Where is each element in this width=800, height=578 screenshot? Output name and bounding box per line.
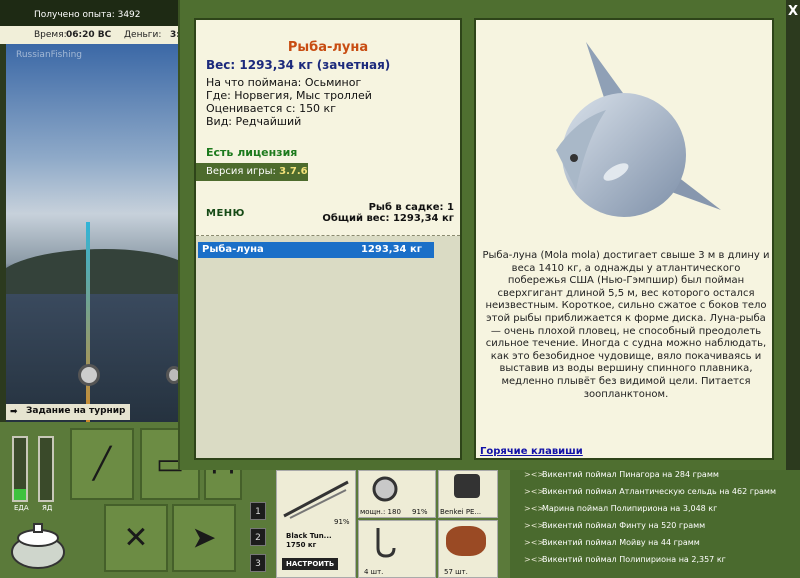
catch-details-panel: Рыба-луна Вес: 1293,34 кг (зачетная) На … bbox=[194, 18, 462, 460]
slot-3-button[interactable]: 3 bbox=[250, 554, 266, 572]
menu-button[interactable]: МЕНЮ bbox=[206, 208, 245, 219]
cutlery-icon: ✕ bbox=[123, 520, 149, 556]
fish-icon: ><> bbox=[524, 555, 545, 564]
list-item[interactable]: Рыба-луна 1293,34 кг bbox=[198, 242, 434, 258]
bait-icon bbox=[446, 526, 486, 556]
food-level bbox=[14, 488, 26, 500]
game-version: Версия игры: 3.7.6 bbox=[196, 163, 308, 181]
food-label: ЕДА bbox=[14, 504, 29, 512]
fish-description: Рыба-луна (Mola mola) достигает свыше 3 … bbox=[482, 250, 770, 400]
fish-tab[interactable]: ➤ bbox=[172, 504, 236, 572]
close-icon[interactable]: X bbox=[786, 4, 800, 20]
arrow-right-icon: ➡ bbox=[10, 407, 18, 417]
time-value: 06:20 ВС bbox=[66, 30, 112, 40]
slot-1-button[interactable]: 1 bbox=[250, 502, 266, 520]
rod-weight: 1750 кг bbox=[286, 541, 317, 549]
time-label: Время: bbox=[34, 30, 67, 40]
rod-name: Black Tun... bbox=[286, 532, 332, 540]
food-tab[interactable]: ✕ bbox=[104, 504, 168, 572]
version-label: Версия игры: bbox=[206, 166, 276, 177]
basket-summary: Рыб в садке: 1 Общий вес: 1293,34 кг bbox=[322, 202, 454, 224]
sunfish-image bbox=[556, 42, 721, 217]
list-item-weight: 1293,34 кг bbox=[360, 244, 422, 255]
fish-weight: Вес: 1293,34 кг (зачетная) bbox=[206, 58, 391, 72]
fish-description-panel: Рыба-луна (Mola mola) достигает свыше 3 … bbox=[474, 18, 774, 460]
food-meter bbox=[12, 436, 28, 502]
slot-2-button[interactable]: 2 bbox=[250, 528, 266, 546]
poison-label: ЯД bbox=[42, 504, 53, 512]
fish-icon: ><> bbox=[524, 487, 545, 496]
catch-feed: ><> Викентий поймал Пинагора на 284 грамм… bbox=[510, 470, 800, 578]
fish-kind: Вид: Редчайший bbox=[206, 115, 302, 128]
reel-power: мощн.: 180 bbox=[360, 508, 401, 516]
sea bbox=[6, 294, 178, 422]
fishing-rod bbox=[86, 222, 90, 422]
hooks-count: 4 шт. bbox=[364, 568, 384, 576]
feed-item: ><> Викентий поймал Финту на 520 грамм bbox=[510, 517, 800, 534]
line-spool-icon bbox=[454, 474, 480, 498]
fish-icon: ><> bbox=[524, 504, 545, 513]
hotkeys-link[interactable]: Горячие клавиши bbox=[480, 446, 583, 457]
xp-counter: Получено опыта: 3492 bbox=[34, 10, 141, 20]
feed-item: ><> Викентий поймал Атлантическую сельдь … bbox=[510, 483, 800, 500]
fish-info-dialog: Рыба-луна Вес: 1293,34 кг (зачетная) На … bbox=[178, 0, 786, 470]
rods-tab[interactable]: ╱ bbox=[70, 428, 134, 500]
fish-icon: ➤ bbox=[191, 520, 217, 556]
line-name: Benkei PE... bbox=[440, 508, 482, 516]
catch-location: Где: Норвегия, Мыс троллей bbox=[206, 89, 372, 102]
pot-icon[interactable] bbox=[8, 520, 68, 570]
hook-icon bbox=[376, 528, 396, 558]
total-weight: Общий вес: 1293,34 кг bbox=[322, 213, 454, 224]
reel-icon bbox=[166, 366, 178, 384]
rod-image bbox=[283, 480, 349, 519]
fish-icon: ><> bbox=[524, 538, 545, 547]
tournament-task-button[interactable]: ➡ Задание на турнир bbox=[6, 404, 130, 420]
caught-on: На что поймана: Осьминог bbox=[206, 76, 362, 89]
tournament-task-label: Задание на турнир bbox=[26, 406, 126, 416]
rated-from: Оценивается с: 150 кг bbox=[206, 102, 336, 115]
rod-icon: ╱ bbox=[92, 446, 112, 482]
bait-count: 57 шт. bbox=[444, 568, 468, 576]
list-item-name: Рыба-луна bbox=[202, 244, 264, 255]
poison-meter bbox=[38, 436, 54, 502]
feed-item: ><> Викентий поймал Полипириона на 2,357 … bbox=[510, 551, 800, 568]
license-status: Есть лицензия bbox=[206, 146, 298, 159]
reel-percent: 91% bbox=[412, 508, 428, 516]
fish-icon: ><> bbox=[524, 521, 545, 530]
fish-in-basket: Рыб в садке: 1 bbox=[368, 202, 454, 213]
version-value: 3.7.6 bbox=[279, 166, 308, 177]
status-bar: Получено опыта: 3492 Время: 06:20 ВС Ден… bbox=[0, 0, 190, 44]
feed-item: ><> Викентий поймал Мойву на 44 грамм bbox=[510, 534, 800, 551]
money-label: Деньги: bbox=[124, 30, 162, 40]
reel-icon bbox=[78, 364, 100, 386]
setup-button[interactable]: НАСТРОИТЬ bbox=[282, 558, 339, 570]
status-row: Время: 06:20 ВС Деньги: 3: bbox=[0, 26, 190, 44]
feed-item: ><> Марина поймал Полипириона на 3,048 кг bbox=[510, 500, 800, 517]
watermark: RussianFishing bbox=[16, 50, 82, 60]
fish-name-title: Рыба-луна bbox=[287, 40, 369, 55]
fishing-scene[interactable]: RussianFishing bbox=[6, 44, 178, 422]
caught-fish-list[interactable]: Рыба-луна 1293,34 кг bbox=[196, 236, 460, 458]
reel-icon bbox=[372, 476, 398, 502]
rod-percent: 91% bbox=[334, 518, 350, 526]
